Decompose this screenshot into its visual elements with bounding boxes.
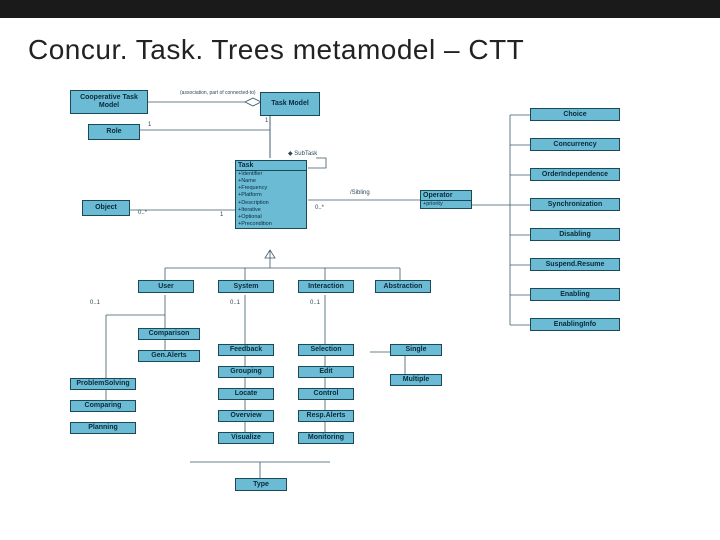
task-attr-4: +Description [236, 200, 306, 207]
box-edit: Edit [298, 366, 354, 378]
box-task-model: Task Model [260, 92, 320, 116]
mult-1b: 1 [265, 118, 268, 124]
mult-0one-c: 0..1 [310, 300, 320, 306]
operator-head: Operator [421, 191, 471, 201]
mult-0one-b: 0..1 [230, 300, 240, 306]
box-comparison: Comparison [138, 328, 200, 340]
box-operator: Operator +priority [420, 190, 472, 209]
box-monitoring: Monitoring [298, 432, 354, 444]
box-cooperative-task-model: Cooperative Task Model [70, 90, 148, 114]
box-locate: Locate [218, 388, 274, 400]
task-attr-0: +Identifier [236, 171, 306, 178]
box-feedback: Feedback [218, 344, 274, 356]
box-role: Role [88, 124, 140, 140]
box-grouping: Grouping [218, 366, 274, 378]
label-assoc: (association, part of connected-to) [180, 90, 256, 96]
ctt-diagram: Cooperative Task Model Task Model (assoc… [70, 90, 650, 530]
box-multiple: Multiple [390, 374, 442, 386]
box-system: System [218, 280, 274, 293]
box-suspend-resume: Suspend.Resume [530, 258, 620, 271]
box-disabling: Disabling [530, 228, 620, 241]
mult-1c: 1 [220, 212, 223, 218]
task-attr-2: +Frequency [236, 185, 306, 192]
top-bar [0, 0, 720, 18]
task-head: Task [236, 161, 306, 171]
box-planning: Planning [70, 422, 136, 434]
label-sibling: /Sibling [350, 190, 370, 196]
box-selection: Selection [298, 344, 354, 356]
box-interaction: Interaction [298, 280, 354, 293]
task-attr-1: +Name [236, 178, 306, 185]
box-synchronization: Synchronization [530, 198, 620, 211]
box-type: Type [235, 478, 287, 491]
task-attr-5: +Iterative [236, 207, 306, 214]
box-enabling-info: EnablingInfo [530, 318, 620, 331]
box-gen-alerts: Gen.Alerts [138, 350, 200, 362]
box-abstraction: Abstraction [375, 280, 431, 293]
task-attr-3: +Platform [236, 192, 306, 199]
box-comparing: Comparing [70, 400, 136, 412]
box-enabling: Enabling [530, 288, 620, 301]
box-user: User [138, 280, 194, 293]
operator-attr: +priority [421, 201, 471, 208]
box-problem-solving: ProblemSolving [70, 378, 136, 390]
slide-title: Concur. Task. Trees metamodel – CTT [0, 18, 720, 66]
box-order-independence: OrderIndependence [530, 168, 620, 181]
mult-1a: 1 [148, 122, 151, 128]
mult-0star-b: 0..* [315, 205, 324, 211]
box-object: Object [82, 200, 130, 216]
label-subtask: ◆ SubTask [288, 150, 317, 157]
box-control: Control [298, 388, 354, 400]
task-attr-7: +Precondition [236, 221, 306, 228]
box-single: Single [390, 344, 442, 356]
mult-0star-a: 0..* [138, 210, 147, 216]
task-attr-6: +Optional [236, 214, 306, 221]
box-resp-alerts: Resp.Alerts [298, 410, 354, 422]
box-overview: Overview [218, 410, 274, 422]
box-choice: Choice [530, 108, 620, 121]
mult-0one-a: 0..1 [90, 300, 100, 306]
box-concurrency: Concurrency [530, 138, 620, 151]
connector-lines [70, 90, 650, 530]
box-task: Task +Identifier +Name +Frequency +Platf… [235, 160, 307, 229]
box-visualize: Visualize [218, 432, 274, 444]
